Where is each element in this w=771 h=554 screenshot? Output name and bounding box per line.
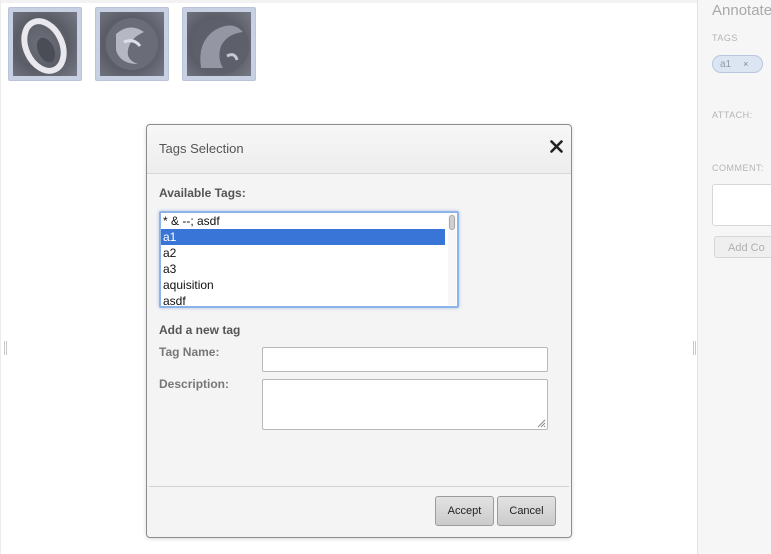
available-tags-label: Available Tags:	[159, 186, 246, 200]
dialog-footer-divider	[149, 486, 569, 487]
thumbnail-1[interactable]	[8, 7, 82, 81]
annotate-title: Annotate	[712, 2, 771, 19]
tags-label: TAGS	[712, 33, 738, 43]
tags-selection-dialog: Tags Selection Available Tags: * & --; a…	[146, 124, 572, 538]
add-comment-button[interactable]: Add Co	[714, 236, 771, 258]
thumbnail-3[interactable]	[182, 7, 256, 81]
tag-name-input[interactable]	[262, 347, 548, 372]
comment-input[interactable]	[712, 184, 771, 226]
description-label: Description:	[159, 377, 230, 391]
tag-option[interactable]: a3	[161, 261, 445, 277]
tag-option[interactable]: asdf	[161, 293, 445, 306]
resize-grip-icon[interactable]	[537, 419, 546, 428]
tag-option[interactable]: a1	[161, 229, 445, 245]
app-window: Annotate TAGS a1 × ATTACH: COMMENT: Add C…	[0, 0, 771, 554]
comment-label: COMMENT:	[712, 163, 764, 173]
accept-button[interactable]: Accept	[435, 496, 494, 526]
dialog-header: Tags Selection	[147, 125, 571, 174]
annotate-panel: Annotate TAGS a1 × ATTACH: COMMENT: Add C…	[697, 0, 771, 554]
tag-option[interactable]: aquisition	[161, 277, 445, 293]
description-textarea[interactable]	[262, 379, 548, 430]
tag-option[interactable]: * & --; asdf	[161, 213, 445, 229]
tag-remove-icon[interactable]: ×	[743, 59, 748, 69]
tag-option[interactable]: a2	[161, 245, 445, 261]
tag-chip[interactable]: a1 ×	[712, 55, 763, 73]
right-splitter-handle[interactable]	[693, 341, 696, 355]
thumbnail-image-1	[13, 12, 77, 76]
list-scrollbar-thumb[interactable]	[449, 215, 455, 230]
cancel-button[interactable]: Cancel	[497, 496, 556, 526]
thumbnail-image-2	[100, 12, 164, 76]
tag-chip-label: a1	[720, 59, 732, 70]
dialog-title: Tags Selection	[159, 141, 244, 156]
thumbnail-2[interactable]	[95, 7, 169, 81]
close-icon[interactable]	[547, 137, 565, 157]
available-tags-list[interactable]: * & --; asdf a1 a2 a3 aquisition asdf	[159, 211, 459, 308]
left-splitter-handle[interactable]	[4, 341, 7, 355]
list-scrollbar[interactable]	[448, 214, 456, 305]
thumbnail-image-3	[187, 12, 251, 76]
attach-label: ATTACH:	[712, 110, 753, 120]
add-new-tag-heading: Add a new tag	[159, 323, 241, 337]
tag-name-label: Tag Name:	[159, 345, 220, 359]
top-strip	[1, 0, 697, 3]
